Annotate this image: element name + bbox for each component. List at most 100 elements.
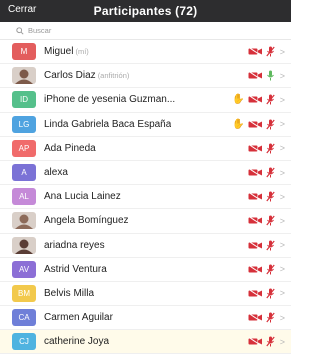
participant-list: M Miguel (mí) > Carlos Diaz (anfitrión) > ID… xyxy=(0,40,291,354)
participant-row[interactable]: LG Linda Gabriela Baca España ✋ > xyxy=(0,113,291,137)
avatar-initials: AL xyxy=(19,192,29,202)
status-icons: > xyxy=(248,306,285,329)
chevron-right-icon[interactable]: > xyxy=(280,71,285,81)
avatar: LG xyxy=(12,115,36,133)
participant-name: iPhone de yesenia Guzman... xyxy=(44,94,176,106)
avatar-initials: LG xyxy=(18,119,30,129)
participant-row[interactable]: AP Ada Pineda > xyxy=(0,137,291,161)
participant-row[interactable]: ariadna reyes > xyxy=(0,234,291,258)
participant-row[interactable]: Angela Bomínguez > xyxy=(0,209,291,234)
mic-off-icon xyxy=(266,240,275,251)
avatar-initials: A xyxy=(21,168,27,178)
video-off-icon xyxy=(248,168,262,177)
mic-off-icon xyxy=(266,46,275,57)
chevron-right-icon[interactable]: > xyxy=(280,337,285,347)
participant-row[interactable]: Aalexa > xyxy=(0,161,291,186)
mic-off-icon xyxy=(266,215,275,226)
video-off-icon xyxy=(248,313,262,323)
status-icons: > xyxy=(248,234,285,257)
raised-hand-icon: ✋ xyxy=(232,118,245,130)
avatar-initials: CJ xyxy=(19,337,29,347)
status-icons: > xyxy=(248,40,285,63)
search-input[interactable]: Buscar xyxy=(0,22,291,40)
avatar-initials: AV xyxy=(18,264,30,274)
close-button[interactable]: Cerrar xyxy=(8,4,36,15)
avatar xyxy=(12,67,36,85)
video-off-icon xyxy=(248,192,262,202)
status-icons: > xyxy=(248,209,285,232)
participant-name: catherine Joya xyxy=(44,336,110,348)
video-off-icon xyxy=(248,119,262,129)
status-icons: > xyxy=(248,330,285,353)
video-off-icon xyxy=(248,47,262,57)
raised-hand-icon: ✋ xyxy=(232,94,245,106)
chevron-right-icon[interactable]: > xyxy=(280,119,285,129)
chevron-right-icon[interactable]: > xyxy=(280,143,285,153)
participant-row[interactable]: CA Carmen Aguilar > xyxy=(0,306,291,331)
chevron-right-icon[interactable]: > xyxy=(280,192,285,202)
avatar: CA xyxy=(12,309,36,327)
video-off-icon xyxy=(248,337,262,347)
chevron-right-icon[interactable]: > xyxy=(280,264,285,274)
mic-off-icon xyxy=(266,312,275,323)
mic-off-icon xyxy=(266,336,275,347)
participant-row[interactable]: Carlos Diaz (anfitrión) > xyxy=(0,64,291,89)
search-icon xyxy=(16,26,24,35)
video-off-icon xyxy=(248,264,262,274)
chevron-right-icon[interactable]: > xyxy=(280,313,285,323)
status-icons: ✋ > xyxy=(232,88,285,111)
status-icons: ✋ > xyxy=(232,113,285,136)
avatar-initials: CA xyxy=(18,313,30,323)
participant-role: (anfitrión) xyxy=(97,71,130,81)
participant-row[interactable]: ID iPhone de yesenia Guzman... ✋ > xyxy=(0,88,291,113)
participant-row[interactable]: CJ catherine Joya > xyxy=(0,330,291,354)
participant-row[interactable]: AL Ana Lucia Lainez > xyxy=(0,185,291,210)
avatar: AP xyxy=(12,139,36,157)
avatar: AL xyxy=(12,188,36,206)
mic-off-icon xyxy=(266,264,275,275)
participant-row[interactable]: M Miguel (mí) > xyxy=(0,40,291,65)
status-icons: > xyxy=(248,64,285,87)
chevron-right-icon[interactable]: > xyxy=(280,47,285,57)
mic-off-icon xyxy=(266,191,275,202)
status-icons: > xyxy=(248,185,285,208)
avatar-initials: AP xyxy=(18,143,30,153)
participant-name: Ada Pineda xyxy=(44,142,96,154)
search-placeholder: Buscar xyxy=(28,26,52,35)
participant-name: Astrid Ventura xyxy=(44,263,107,275)
video-off-icon xyxy=(248,289,262,298)
mic-off-icon xyxy=(266,288,275,299)
participant-row[interactable]: AV Astrid Ventura > xyxy=(0,258,291,282)
avatar: M xyxy=(12,43,36,61)
mic-off-icon xyxy=(266,119,275,130)
video-off-icon xyxy=(248,71,262,81)
chevron-right-icon[interactable]: > xyxy=(280,95,285,105)
chevron-right-icon[interactable]: > xyxy=(280,240,285,250)
mic-off-icon xyxy=(266,143,275,154)
participant-name: ariadna reyes xyxy=(44,239,105,251)
video-off-icon xyxy=(248,240,262,250)
participant-name: Ana Lucia Lainez xyxy=(44,191,121,203)
avatar xyxy=(12,236,36,254)
participant-row[interactable]: BM Belvis Milla > xyxy=(0,282,291,307)
participant-name: Belvis Milla xyxy=(44,287,95,299)
status-icons: > xyxy=(248,137,285,160)
avatar-initials: ID xyxy=(20,95,28,105)
avatar: BM xyxy=(12,284,36,302)
chevron-right-icon[interactable]: > xyxy=(280,168,285,178)
video-off-icon xyxy=(248,216,262,226)
chevron-right-icon[interactable]: > xyxy=(280,216,285,226)
avatar: A xyxy=(12,164,36,182)
participant-name: Angela Bomínguez xyxy=(44,215,129,227)
participant-name: Linda Gabriela Baca España xyxy=(44,118,172,130)
status-icons: > xyxy=(248,282,285,305)
mic-off-icon xyxy=(266,94,275,105)
chevron-right-icon[interactable]: > xyxy=(280,288,285,298)
participant-name: Carlos Diaz xyxy=(44,70,96,82)
header-bar: Cerrar Participantes (72) xyxy=(0,0,291,22)
mic-on-icon xyxy=(266,70,274,81)
participant-name: Carmen Aguilar xyxy=(44,312,113,324)
status-icons: > xyxy=(248,258,285,281)
video-off-icon xyxy=(248,95,262,105)
participant-name: Miguel xyxy=(44,46,74,58)
